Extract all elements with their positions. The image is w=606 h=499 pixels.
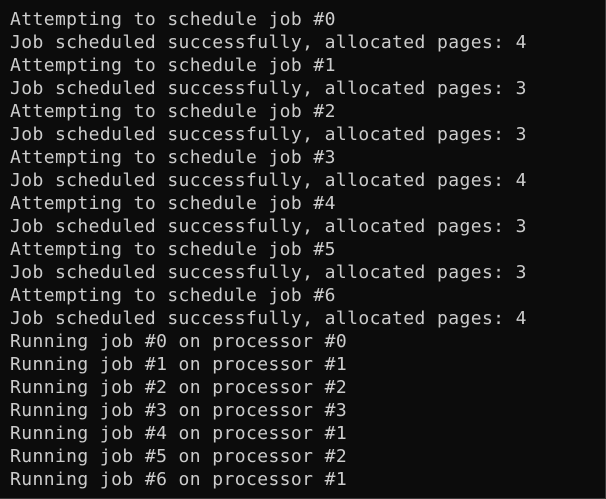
terminal-line: Job scheduled successfully, allocated pa… bbox=[10, 124, 527, 145]
terminal-line: Job scheduled successfully, allocated pa… bbox=[10, 78, 527, 99]
terminal-line: Job scheduled successfully, allocated pa… bbox=[10, 262, 527, 283]
terminal-line: Attempting to schedule job #5 bbox=[10, 239, 336, 260]
terminal-line: Attempting to schedule job #3 bbox=[10, 147, 336, 168]
terminal-line: Running job #6 on processor #1 bbox=[10, 469, 348, 490]
terminal-line: Running job #2 on processor #2 bbox=[10, 377, 348, 398]
terminal-line: Running job #4 on processor #1 bbox=[10, 423, 348, 444]
terminal-line: Job scheduled successfully, allocated pa… bbox=[10, 216, 527, 237]
terminal-line: Running job #1 on processor #1 bbox=[10, 354, 348, 375]
terminal-output[interactable]: Attempting to schedule job #0 Job schedu… bbox=[0, 0, 606, 499]
terminal-line: Job scheduled successfully, allocated pa… bbox=[10, 170, 527, 191]
terminal-line: Job scheduled successfully, allocated pa… bbox=[10, 308, 527, 329]
terminal-line: Attempting to schedule job #0 bbox=[10, 9, 336, 30]
terminal-line: Running job #5 on processor #2 bbox=[10, 446, 348, 467]
terminal-line: Attempting to schedule job #2 bbox=[10, 101, 336, 122]
terminal-line: Job scheduled successfully, allocated pa… bbox=[10, 32, 527, 53]
terminal-line: Attempting to schedule job #1 bbox=[10, 55, 336, 76]
terminal-line: Running job #0 on processor #0 bbox=[10, 331, 348, 352]
terminal-line: Running job #3 on processor #3 bbox=[10, 400, 348, 421]
terminal-line: Attempting to schedule job #4 bbox=[10, 193, 336, 214]
terminal-line: Attempting to schedule job #6 bbox=[10, 285, 336, 306]
